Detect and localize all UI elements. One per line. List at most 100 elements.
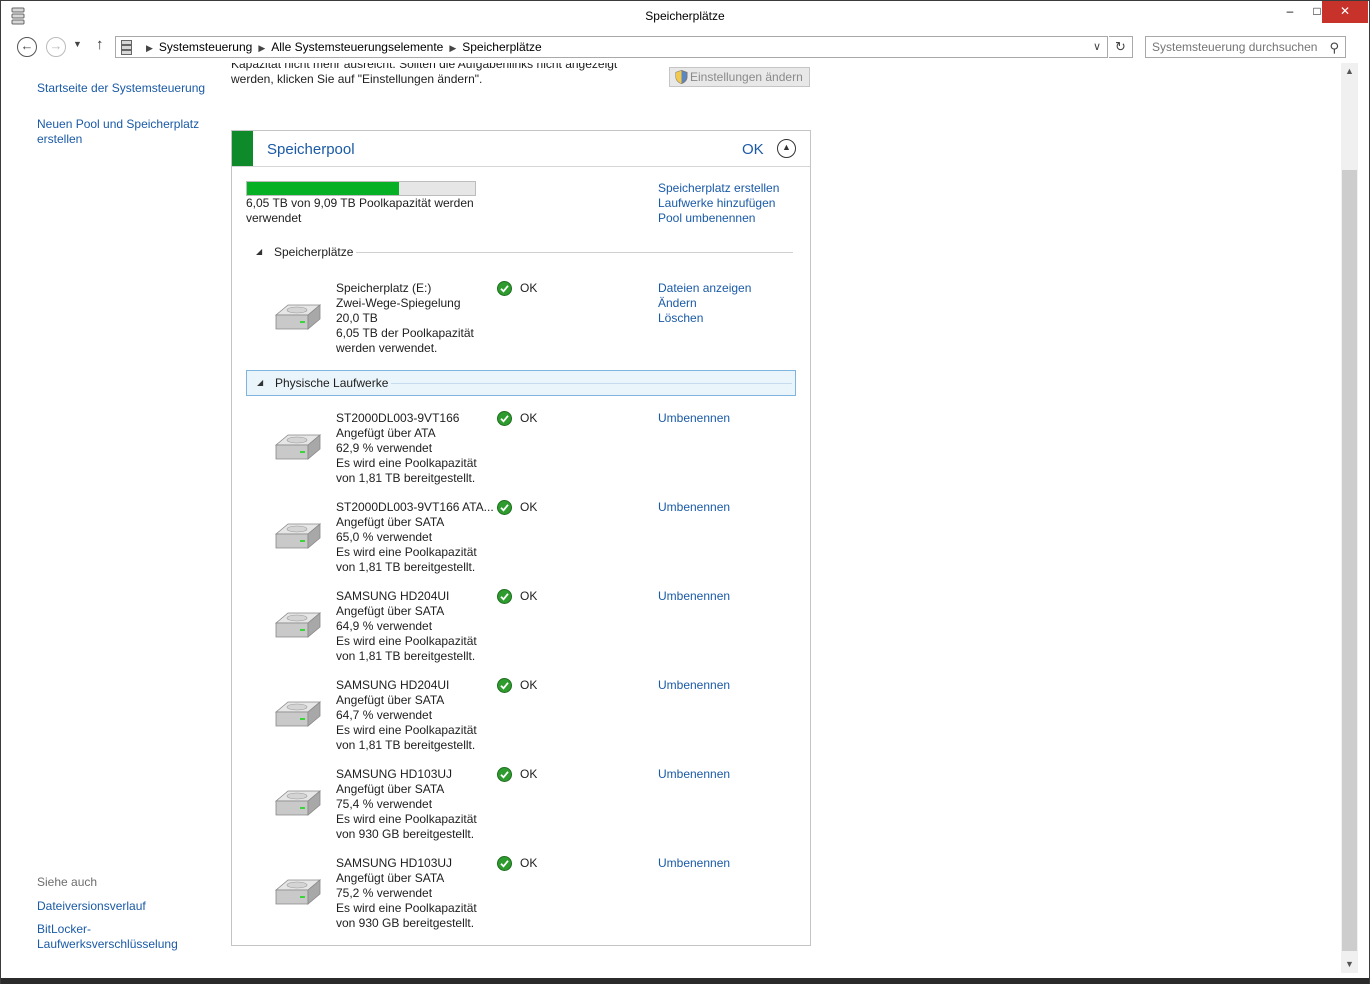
change-space-link[interactable]: Ändern xyxy=(658,296,751,311)
drive-usage: 65,0 % verwendet xyxy=(336,530,433,544)
drive-name: SAMSUNG HD204UI xyxy=(336,678,450,692)
breadcrumb-item[interactable]: Systemsteuerung xyxy=(159,40,252,54)
chevron-up-icon: ▲ xyxy=(782,142,791,152)
window-title: Speicherplätze xyxy=(645,9,725,23)
rename-drive-link[interactable]: Umbenennen xyxy=(658,767,730,782)
drive-status-text: OK xyxy=(520,589,538,603)
drive-capacity-cont: von 1,81 TB bereitgestellt. xyxy=(336,738,476,752)
rename-drive-link[interactable]: Umbenennen xyxy=(658,678,730,693)
rename-drive-link[interactable]: Umbenennen xyxy=(658,411,730,426)
delete-space-link[interactable]: Löschen xyxy=(658,311,751,326)
drive-name: SAMSUNG HD103UJ xyxy=(336,767,453,781)
vertical-scrollbar[interactable]: ▲ ▼ xyxy=(1341,63,1358,973)
search-box[interactable]: ⚲ xyxy=(1145,36,1346,58)
ok-check-icon xyxy=(497,767,512,782)
pool-title: Speicherpool xyxy=(267,141,355,158)
file-history-link[interactable]: Dateiversionsverlauf xyxy=(37,899,146,914)
drive-capacity-cont: von 1,81 TB bereitgestellt. xyxy=(336,560,476,574)
drive-capacity-cont: von 1,81 TB bereitgestellt. xyxy=(336,471,476,485)
search-input[interactable] xyxy=(1152,39,1322,55)
rename-drive-link[interactable]: Umbenennen xyxy=(658,589,730,604)
refresh-button[interactable]: ↻ xyxy=(1109,36,1133,58)
arrow-left-icon: ← xyxy=(20,38,34,53)
section-divider xyxy=(356,252,793,253)
see-also-heading: Siehe auch xyxy=(37,875,98,889)
collapse-button[interactable]: ▲ xyxy=(777,139,796,158)
change-settings-button[interactable]: Einstellungen ändern xyxy=(669,67,810,87)
ok-check-icon xyxy=(497,856,512,871)
arrow-right-icon: → xyxy=(49,38,63,53)
drive-usage: 62,9 % verwendet xyxy=(336,441,433,455)
spaces-section-label: Speicherplätze xyxy=(274,245,354,259)
drive-capacity-cont: von 930 GB bereitgestellt. xyxy=(336,827,475,841)
rename-drive-link[interactable]: Umbenennen xyxy=(658,500,730,515)
ok-check-icon xyxy=(497,411,512,426)
hard-drive-icon xyxy=(274,879,322,905)
back-button[interactable]: ← xyxy=(17,37,37,57)
breadcrumb-item[interactable]: Speicherplätze xyxy=(462,40,541,54)
drive-usage: 64,9 % verwendet xyxy=(336,619,433,633)
breadcrumb: ▶ Systemsteuerung ▶ Alle Systemsteuerungsel… xyxy=(140,40,542,54)
drive-connection: Angefügt über SATA xyxy=(336,604,445,618)
drive-connection: Angefügt über SATA xyxy=(336,782,445,796)
forward-button[interactable]: → xyxy=(46,37,66,57)
bitlocker-link[interactable]: BitLocker-Laufwerksverschlüsselung xyxy=(37,922,187,952)
breadcrumb-item[interactable]: Alle Systemsteuerungselemente xyxy=(271,40,443,54)
drive-actions: Umbenennen xyxy=(658,856,730,871)
address-box[interactable]: ▶ Systemsteuerung ▶ Alle Systemsteuerungsel… xyxy=(115,36,1108,58)
drive-name: ST2000DL003-9VT166 ATA... xyxy=(336,500,494,514)
control-panel-home-link[interactable]: Startseite der Systemsteuerung xyxy=(37,81,205,96)
chevron-right-icon[interactable]: ▶ xyxy=(449,43,456,53)
drive-connection: Angefügt über SATA xyxy=(336,693,445,707)
recent-pages-dropdown[interactable]: ▼ xyxy=(73,39,82,49)
search-icon[interactable]: ⚲ xyxy=(1329,40,1339,56)
hard-drive-icon xyxy=(274,701,322,727)
drive-status-text: OK xyxy=(520,500,538,514)
hard-drive-icon xyxy=(274,523,322,549)
drives-section-header[interactable]: ◢ Physische Laufwerke xyxy=(246,370,796,396)
minimize-button[interactable]: – xyxy=(1277,1,1303,23)
drive-connection: Angefügt über ATA xyxy=(336,426,436,440)
chevron-down-icon: ▼ xyxy=(73,39,82,49)
drive-name: ST2000DL003-9VT166 xyxy=(336,411,460,425)
arrow-up-icon: ↑ xyxy=(96,36,104,53)
task-pane: Startseite der Systemsteuerung Neuen Poo… xyxy=(1,63,221,979)
drive-info: ST2000DL003-9VT166 ATA... Angefügt über S… xyxy=(336,500,494,575)
physical-drive-item: SAMSUNG HD204UI Angefügt über SATA 64,7 % … xyxy=(246,678,796,758)
space-info: Speicherplatz (E:) Zwei-Wege-Spiegelung … xyxy=(336,281,491,356)
section-divider xyxy=(391,383,792,384)
drive-info: SAMSUNG HD204UI Angefügt über SATA 64,7 % … xyxy=(336,678,491,753)
scroll-up-button[interactable]: ▲ xyxy=(1341,63,1358,80)
hard-drive-icon xyxy=(274,790,322,816)
scroll-thumb[interactable] xyxy=(1342,170,1357,951)
drive-connection: Angefügt über SATA xyxy=(336,871,445,885)
up-button[interactable]: ↑ xyxy=(96,36,104,53)
drive-capacity: Es wird eine Poolkapazität xyxy=(336,901,477,915)
window: Speicherplätze – □ ✕ ← → ▼ ↑ ▶ Systemsteu… xyxy=(0,0,1370,984)
space-status-text: OK xyxy=(520,281,538,295)
new-pool-link[interactable]: Neuen Pool und Speicherplatz erstellen xyxy=(37,117,212,147)
address-history-dropdown[interactable]: ∨ xyxy=(1093,40,1101,53)
scroll-down-button[interactable]: ▼ xyxy=(1341,956,1358,973)
drive-info: SAMSUNG HD103UJ Angefügt über SATA 75,4 % … xyxy=(336,767,491,842)
view-files-link[interactable]: Dateien anzeigen xyxy=(658,281,751,296)
space-usage-cont: werden verwendet. xyxy=(336,341,438,355)
hard-drive-icon xyxy=(274,434,322,460)
drive-info: ST2000DL003-9VT166 Angefügt über ATA 62,9 … xyxy=(336,411,491,486)
pool-usage-fill xyxy=(247,182,399,195)
pool-usage-text: 6,05 TB von 9,09 TB Poolkapazität werden… xyxy=(246,196,474,225)
rename-drive-link[interactable]: Umbenennen xyxy=(658,856,730,871)
drive-capacity: Es wird eine Poolkapazität xyxy=(336,545,477,559)
rename-pool-link[interactable]: Pool umbenennen xyxy=(658,211,779,226)
pool-usage-bar xyxy=(246,181,476,196)
space-layout: Zwei-Wege-Spiegelung xyxy=(336,296,461,310)
spaces-section-header[interactable]: ◢ Speicherplätze xyxy=(246,240,796,266)
drive-name: SAMSUNG HD103UJ xyxy=(336,856,453,870)
create-space-link[interactable]: Speicherplatz erstellen xyxy=(658,181,779,196)
drive-usage: 75,4 % verwendet xyxy=(336,797,433,811)
chevron-right-icon[interactable]: ▶ xyxy=(258,43,265,53)
drive-usage: 64,7 % verwendet xyxy=(336,708,433,722)
ok-check-icon xyxy=(497,500,512,515)
close-button[interactable]: ✕ xyxy=(1322,1,1368,23)
add-drives-link[interactable]: Laufwerke hinzufügen xyxy=(658,196,779,211)
